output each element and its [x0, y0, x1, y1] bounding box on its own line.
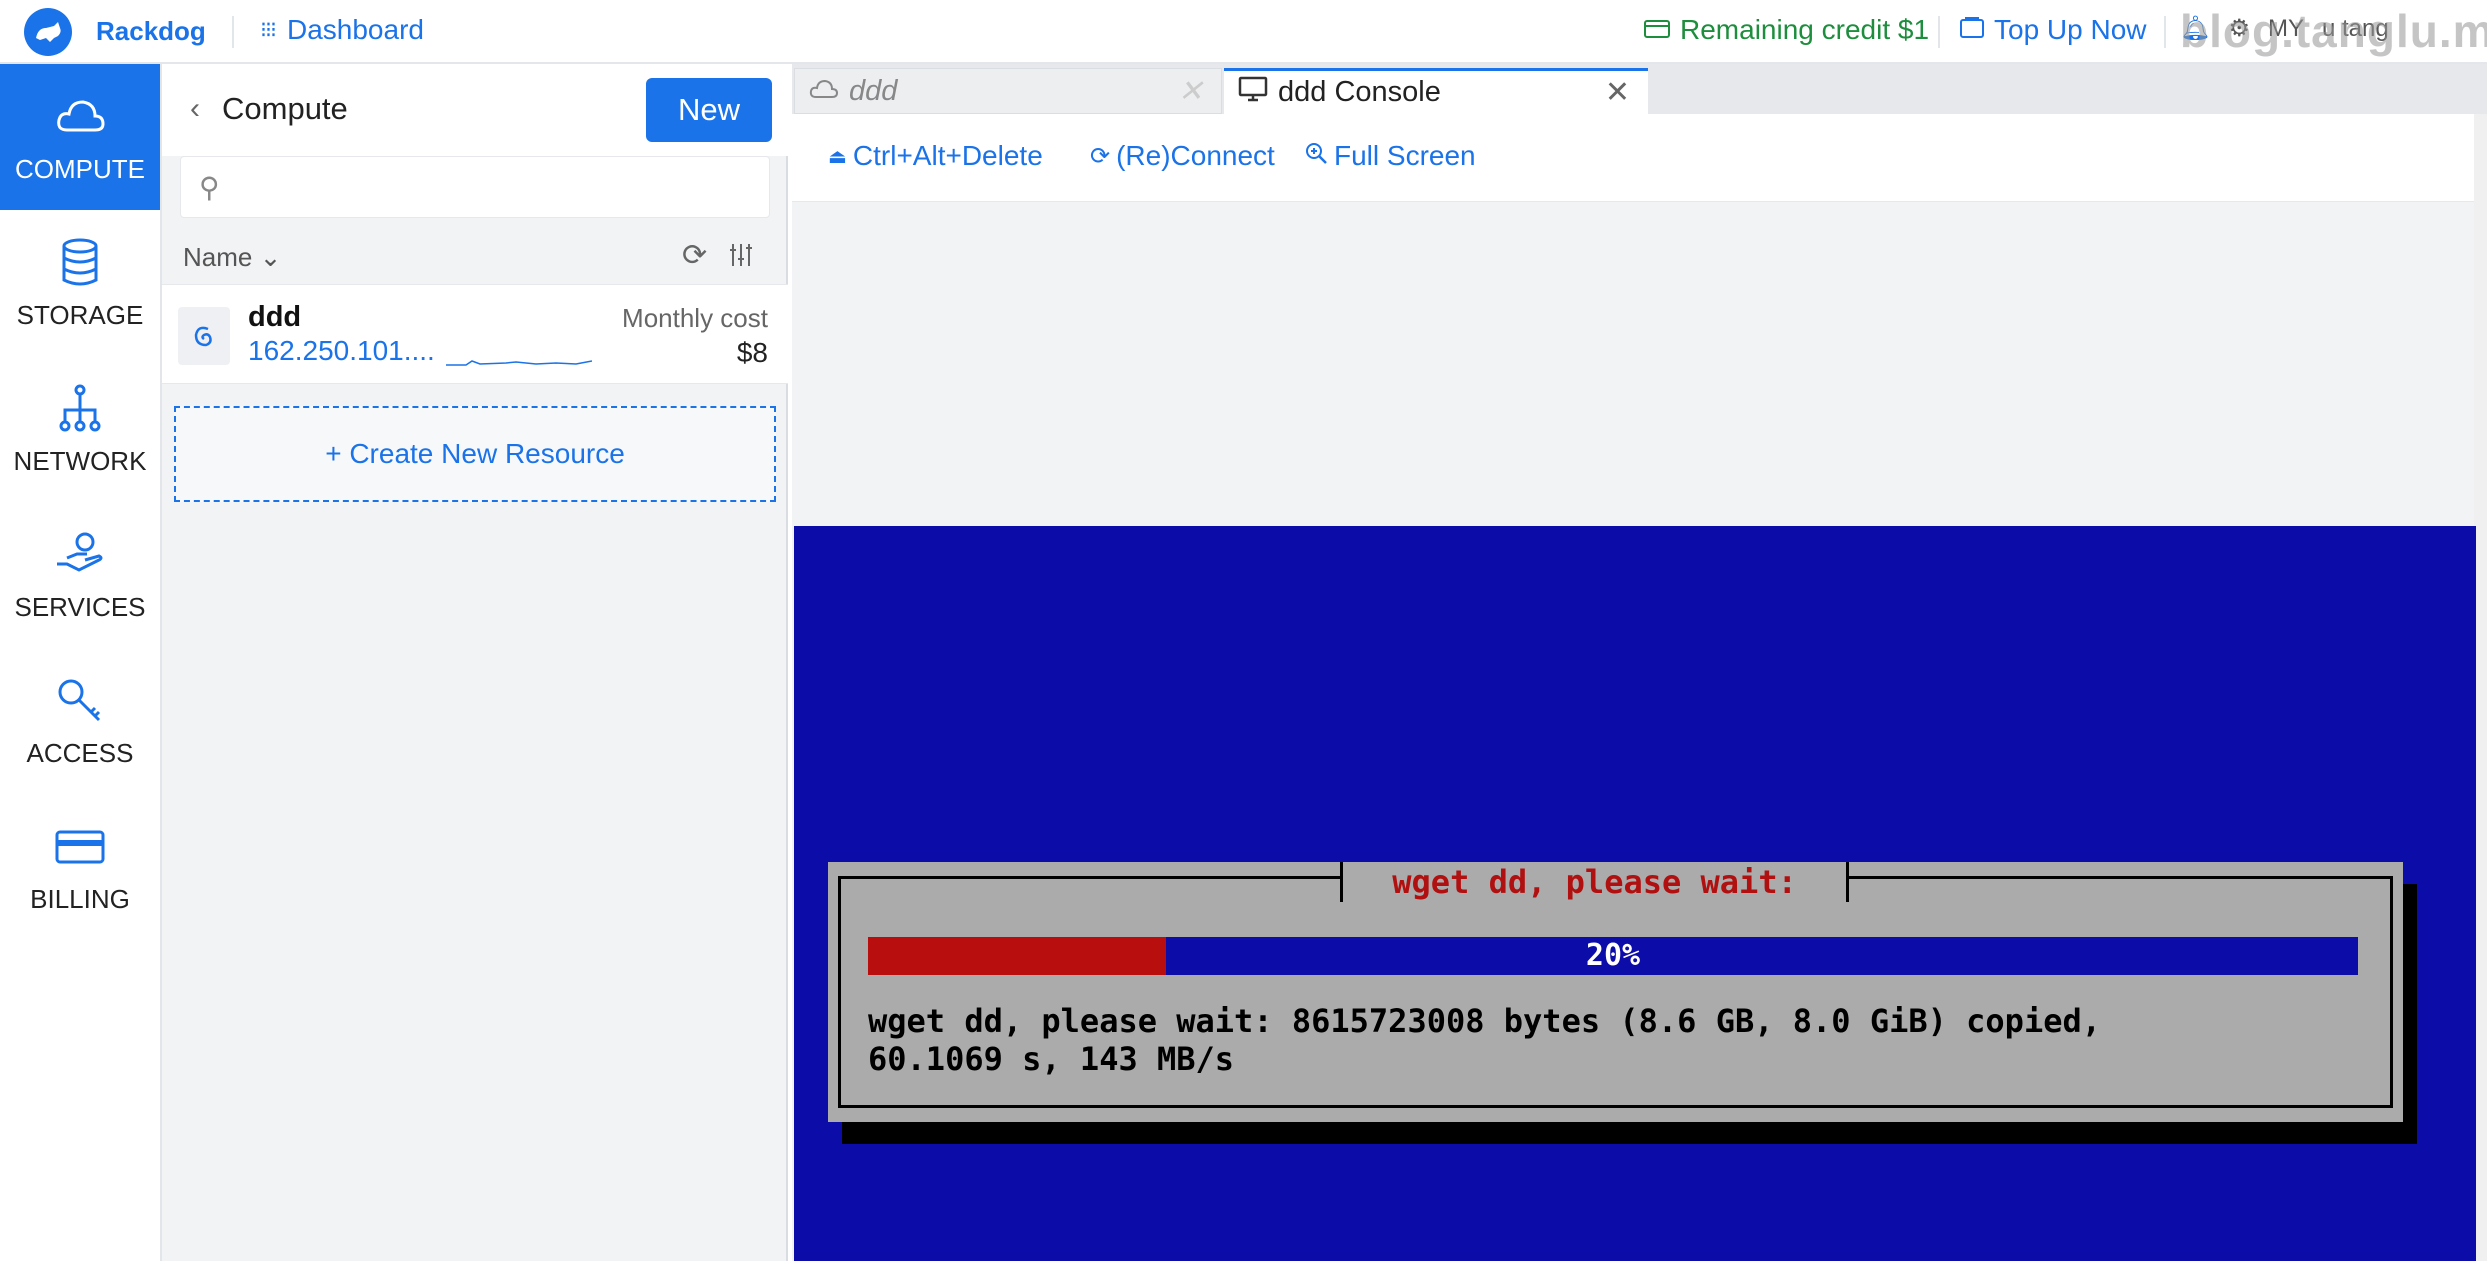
remaining-credit: Remaining credit $1 [1644, 14, 1929, 46]
monitor-icon [1238, 76, 1268, 110]
vnc-console-screen[interactable]: wget dd, please wait: 20% wget dd, pleas… [794, 526, 2476, 1261]
search-box[interactable]: ⚲ [180, 156, 770, 218]
new-button[interactable]: New [646, 78, 772, 142]
credit-label: Remaining credit $1 [1680, 14, 1930, 45]
brand-name[interactable]: Rackdog [96, 16, 206, 47]
left-nav: COMPUTE STORAGE NETWORK SERVICES ACCESS … [0, 64, 162, 1261]
grid-icon: ⁝⁝⁝ [260, 17, 277, 42]
dashboard-link[interactable]: ⁝⁝⁝ Dashboard [260, 14, 424, 46]
resource-ip[interactable]: 162.250.101.... [248, 335, 435, 367]
tab-bar: ddd ✕ ddd Console ✕ [792, 64, 2487, 114]
reconnect-label: (Re)Connect [1116, 140, 1275, 171]
dashboard-label: Dashboard [286, 14, 424, 45]
cloud-icon [809, 75, 839, 108]
tab-ddd[interactable]: ddd ✕ [794, 68, 1222, 114]
nav-network[interactable]: NETWORK [0, 356, 160, 502]
nav-label: STORAGE [16, 299, 144, 330]
cloud-icon [57, 99, 105, 131]
resource-row[interactable]: ddd 162.250.101.... Monthly cost $8 [162, 284, 788, 384]
top-up-label: Top Up Now [1994, 14, 2147, 45]
nav-label: COMPUTE [15, 153, 145, 184]
ctrl-alt-delete-button[interactable]: ⏏ Ctrl+Alt+Delete [828, 140, 1043, 172]
debian-icon [178, 307, 230, 365]
traffic-sparkline [446, 360, 592, 366]
network-icon [59, 384, 101, 431]
close-icon[interactable]: ✕ [1605, 75, 1630, 110]
nav-storage[interactable]: STORAGE [0, 210, 160, 356]
tab-label: ddd [849, 74, 898, 107]
tab-label: ddd Console [1278, 76, 1441, 108]
panel-title: Compute [222, 91, 348, 126]
back-chevron-icon[interactable]: ‹ [190, 92, 200, 126]
progress-bar: 20% [868, 937, 2358, 975]
rackdog-logo-icon[interactable] [24, 8, 72, 56]
list-header: Name ⌄ ⟳ [162, 234, 788, 284]
progress-percent: 20% [1585, 938, 1641, 973]
card-icon [55, 830, 105, 863]
top-up-button[interactable]: Top Up Now [1960, 14, 2147, 46]
nav-compute[interactable]: COMPUTE [0, 64, 160, 210]
key-icon [58, 679, 101, 721]
search-icon: ⚲ [199, 172, 220, 203]
nav-label: ACCESS [26, 737, 134, 768]
full-screen-button[interactable]: Full Screen [1304, 140, 1476, 172]
reconnect-button[interactable]: ⟳ (Re)Connect [1090, 140, 1275, 172]
console-toolbar: ⏏ Ctrl+Alt+Delete ⟳ (Re)Connect Full Scr… [792, 114, 2487, 202]
wallet-icon [1960, 14, 1984, 46]
tab-ddd-console[interactable]: ddd Console ✕ [1224, 68, 1648, 114]
column-settings-icon[interactable] [728, 242, 754, 275]
chevron-down-icon: ⌄ [259, 242, 282, 272]
panel-header: ‹ Compute New [162, 64, 788, 156]
watermark: blog.tanglu.me [2180, 5, 2487, 57]
monthly-cost-value: $8 [736, 337, 768, 368]
dialog-title: wget dd, please wait: [1340, 862, 1850, 902]
dialog-message: wget dd, please wait: 8615723008 bytes (… [868, 1002, 2101, 1078]
database-icon [62, 238, 98, 285]
services-icon [57, 532, 103, 572]
name-column-label: Name [183, 242, 253, 272]
divider [232, 16, 234, 48]
app-root: Rackdog ⁝⁝⁝ Dashboard Remaining credit $… [0, 0, 2487, 1261]
refresh-icon: ⟳ [1090, 142, 1111, 170]
keyboard-icon: ⏏ [828, 145, 847, 168]
progress-dialog: wget dd, please wait: 20% wget dd, pleas… [828, 862, 2403, 1122]
divider [1938, 16, 1940, 48]
nav-label: NETWORK [13, 445, 147, 476]
top-bar: Rackdog ⁝⁝⁝ Dashboard Remaining credit $… [0, 0, 2487, 64]
create-new-resource-button[interactable]: + Create New Resource [174, 406, 776, 502]
resource-name[interactable]: ddd [248, 301, 301, 334]
zoom-icon [1304, 140, 1328, 172]
divider [2164, 16, 2166, 48]
search-input[interactable] [241, 167, 751, 207]
nav-services[interactable]: SERVICES [0, 502, 160, 648]
ctrl-alt-delete-label: Ctrl+Alt+Delete [852, 140, 1043, 171]
nav-access[interactable]: ACCESS [0, 648, 160, 794]
compute-panel: ‹ Compute New ⚲ Name ⌄ ⟳ ddd 162.250.101… [162, 64, 788, 1261]
refresh-icon[interactable]: ⟳ [682, 238, 707, 273]
nav-label: SERVICES [14, 591, 146, 622]
nav-label: BILLING [30, 883, 130, 914]
close-icon[interactable]: ✕ [1178, 74, 1203, 109]
name-column-sort[interactable]: Name ⌄ [183, 242, 281, 273]
monthly-cost-label: Monthly cost [622, 303, 768, 333]
full-screen-label: Full Screen [1334, 140, 1476, 171]
nav-billing[interactable]: BILLING [0, 794, 160, 940]
credit-card-icon [1644, 14, 1670, 46]
